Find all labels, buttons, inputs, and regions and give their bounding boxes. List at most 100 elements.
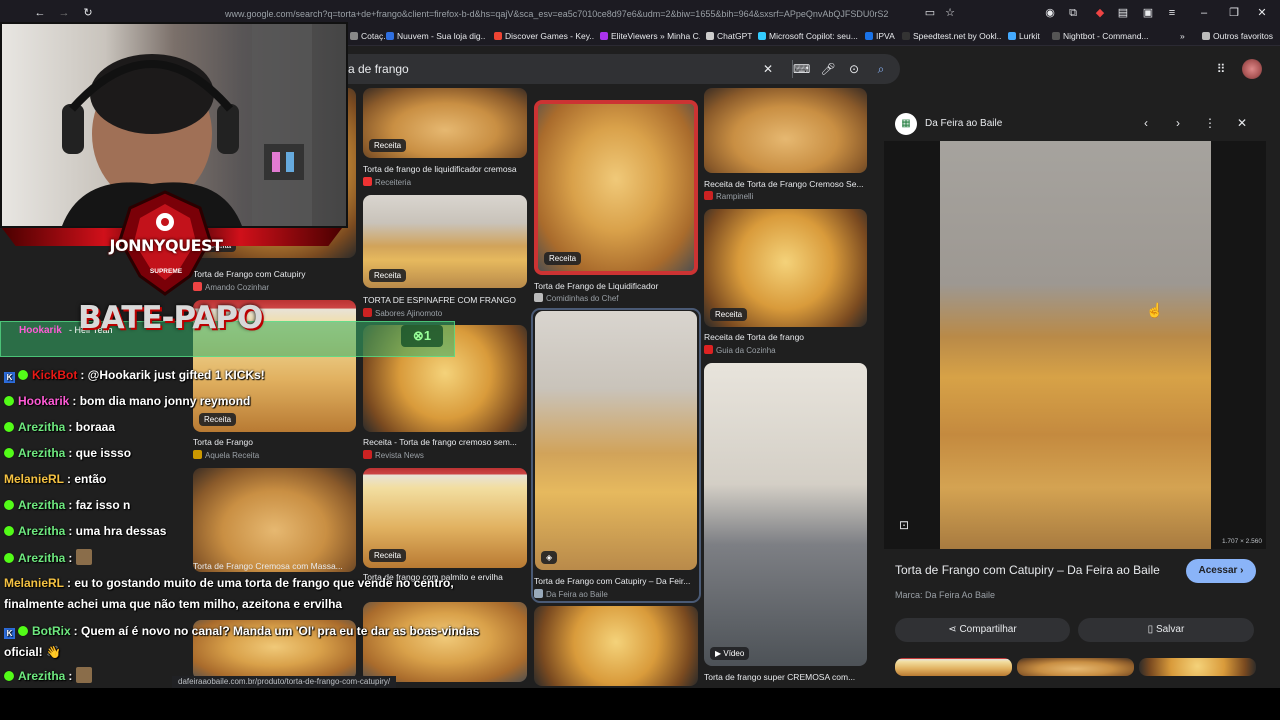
related-image-tile[interactable] bbox=[1017, 658, 1134, 676]
next-icon[interactable]: › bbox=[1169, 114, 1187, 132]
bookmark-item[interactable]: Lurkit bbox=[1008, 29, 1040, 43]
chat-username[interactable]: Arezitha bbox=[18, 524, 65, 538]
address-bar[interactable]: www.google.com/search?q=torta+de+frango&… bbox=[225, 6, 925, 22]
subscriber-badge-icon bbox=[4, 448, 14, 458]
more-bookmarks-icon[interactable]: » bbox=[1180, 29, 1185, 43]
apps-grid-icon[interactable]: ⠿ bbox=[1212, 60, 1230, 78]
result-title[interactable]: Torta de Frango de Liquidificador bbox=[534, 281, 699, 291]
bookmark-favicon-icon bbox=[706, 32, 714, 40]
bookmark-item[interactable]: Discover Games - Key... bbox=[494, 29, 594, 43]
sidebar-icon[interactable]: ▣ bbox=[1138, 4, 1158, 22]
result-image-tile[interactable]: Receita bbox=[704, 209, 867, 327]
back-icon[interactable]: ← bbox=[30, 4, 50, 22]
brand-label: Marca: Da Feira Ao Baile bbox=[895, 590, 996, 600]
scrollbar[interactable] bbox=[1266, 100, 1272, 688]
highlight-user: Hookarik bbox=[19, 325, 62, 336]
close-panel-icon[interactable]: ✕ bbox=[1233, 114, 1251, 132]
bookmark-item[interactable]: ChatGPT bbox=[706, 29, 752, 43]
cursor-hand-icon: ☝ bbox=[1146, 302, 1164, 318]
save-button[interactable]: ▯ Salvar bbox=[1078, 618, 1254, 642]
chat-username[interactable]: Hookarik bbox=[18, 394, 69, 408]
chat-message-continuation: finalmente achei uma que não tem milho, … bbox=[4, 597, 343, 611]
related-image-tile[interactable] bbox=[895, 658, 1012, 676]
result-title[interactable]: Receita de Torta de Frango Cremoso Se... bbox=[704, 179, 869, 189]
chat-message: MelanieRL: eu to gostando muito de uma t… bbox=[4, 575, 454, 591]
source-favicon-icon bbox=[704, 345, 713, 354]
chat-username[interactable]: BotRix bbox=[32, 624, 71, 638]
result-source: Comidinhas do Chef bbox=[534, 293, 699, 303]
recipe-badge: Receita bbox=[369, 139, 407, 152]
extension-icon[interactable]: ◉ bbox=[1040, 4, 1060, 22]
bookmark-favicon-icon bbox=[865, 32, 873, 40]
panel-site-name[interactable]: Da Feira ao Baile bbox=[925, 118, 1002, 129]
chat-username[interactable]: Arezitha bbox=[18, 669, 65, 683]
lens-icon[interactable]: ⊙ bbox=[845, 60, 863, 78]
bookmark-item[interactable]: Nightbot - Command... bbox=[1052, 29, 1152, 43]
result-image-tile[interactable] bbox=[704, 88, 867, 173]
chat-text: : Quem aí é novo no canal? Manda um 'OI'… bbox=[73, 624, 480, 638]
verified-badge-icon bbox=[18, 370, 28, 380]
menu-icon[interactable]: ≡ bbox=[1162, 4, 1182, 22]
result-image-tile[interactable] bbox=[534, 606, 698, 686]
previous-icon[interactable]: ‹ bbox=[1137, 114, 1155, 132]
bookmark-item[interactable]: Microsoft Copilot: seu... bbox=[758, 29, 858, 43]
chat-username[interactable]: MelanieRL bbox=[4, 576, 64, 590]
chevron-right-icon: › bbox=[1237, 565, 1244, 576]
related-image-tile[interactable] bbox=[1139, 658, 1256, 676]
result-video-tile[interactable]: ▶ Vídeo bbox=[704, 363, 867, 666]
result-image-tile[interactable]: Receita bbox=[363, 88, 527, 158]
voice-search-icon[interactable]: 🎤︎ bbox=[819, 60, 837, 78]
chat-username[interactable]: Arezitha bbox=[18, 498, 65, 512]
chat-username[interactable]: Arezitha bbox=[18, 420, 65, 434]
lens-search-icon[interactable]: ⊡ bbox=[899, 518, 909, 532]
restore-icon[interactable]: ❐ bbox=[1224, 4, 1244, 22]
result-title[interactable]: Torta de frango de liquidificador cremos… bbox=[363, 164, 528, 174]
chat-username[interactable]: KickBot bbox=[32, 368, 77, 382]
result-title[interactable]: TORTA DE ESPINAFRE COM FRANGO bbox=[363, 295, 528, 305]
forward-icon[interactable]: → bbox=[54, 4, 74, 22]
subscriber-badge-icon bbox=[4, 671, 14, 681]
panel-title[interactable]: Torta de Frango com Catupiry – Da Feira … bbox=[895, 563, 1160, 577]
result-title[interactable]: Receita de Torta de frango bbox=[704, 332, 869, 342]
puzzle-icon[interactable]: ⧉ bbox=[1063, 4, 1083, 22]
reader-icon[interactable]: ▭ bbox=[920, 4, 940, 22]
subscriber-badge-icon bbox=[4, 396, 14, 406]
close-window-icon[interactable]: ✕ bbox=[1252, 4, 1272, 22]
chat-text: : faz isso n bbox=[68, 498, 131, 512]
bookmark-item[interactable]: EliteViewers » Minha C... bbox=[600, 29, 700, 43]
chat-message: MelanieRL: então bbox=[4, 471, 106, 487]
bookmark-item[interactable]: Cotaç... bbox=[350, 29, 390, 43]
more-options-icon[interactable]: ⋮ bbox=[1201, 114, 1219, 132]
result-image-tile[interactable]: Receita bbox=[534, 100, 698, 275]
result-image-tile[interactable]: Receita bbox=[363, 195, 527, 288]
minimize-icon[interactable]: – bbox=[1194, 4, 1214, 22]
bookmark-item[interactable]: IPVA bbox=[865, 29, 895, 43]
chat-username[interactable]: Arezitha bbox=[18, 551, 65, 565]
search-box[interactable] bbox=[335, 54, 900, 84]
other-bookmarks[interactable]: Outros favoritos bbox=[1202, 29, 1273, 43]
chat-message: K BotRix: Quem aí é novo no canal? Manda … bbox=[4, 623, 479, 639]
visit-button[interactable]: Acessar › bbox=[1186, 559, 1256, 583]
search-input[interactable]: a de frango bbox=[348, 62, 409, 76]
bookmark-item[interactable]: Nuuvem - Sua loja dig... bbox=[386, 29, 486, 43]
bookmark-item[interactable]: Speedtest.net by Ookl... bbox=[902, 29, 1002, 43]
selected-result-image[interactable]: ◈ bbox=[535, 311, 697, 570]
container-icon[interactable]: ▤ bbox=[1113, 4, 1133, 22]
share-button[interactable]: ⋖ Compartilhar bbox=[895, 618, 1070, 642]
notification-icon[interactable]: ◆ bbox=[1090, 4, 1110, 22]
chat-username[interactable]: Arezitha bbox=[18, 446, 65, 460]
chat-text: : boraaa bbox=[68, 420, 116, 434]
chat-message: K KickBot: @Hookarik just gifted 1 KICKs! bbox=[4, 367, 265, 383]
clear-search-icon[interactable]: ✕ bbox=[759, 60, 777, 78]
recipe-badge: Receita bbox=[369, 269, 407, 282]
search-icon[interactable]: ⌕ bbox=[872, 60, 890, 78]
reload-icon[interactable]: ↻ bbox=[78, 4, 98, 22]
avatar[interactable] bbox=[1242, 59, 1262, 79]
recipe-badge: Receita bbox=[544, 252, 582, 265]
chat-username[interactable]: MelanieRL bbox=[4, 472, 64, 486]
bookmark-star-icon[interactable]: ☆ bbox=[940, 4, 960, 22]
result-title[interactable]: Torta de Frango com Catupiry – Da Feir..… bbox=[534, 576, 699, 586]
keyboard-icon[interactable]: ⌨ bbox=[792, 60, 810, 78]
preview-image[interactable] bbox=[940, 141, 1211, 549]
result-title[interactable]: Torta de frango super CREMOSA com... bbox=[704, 672, 869, 682]
